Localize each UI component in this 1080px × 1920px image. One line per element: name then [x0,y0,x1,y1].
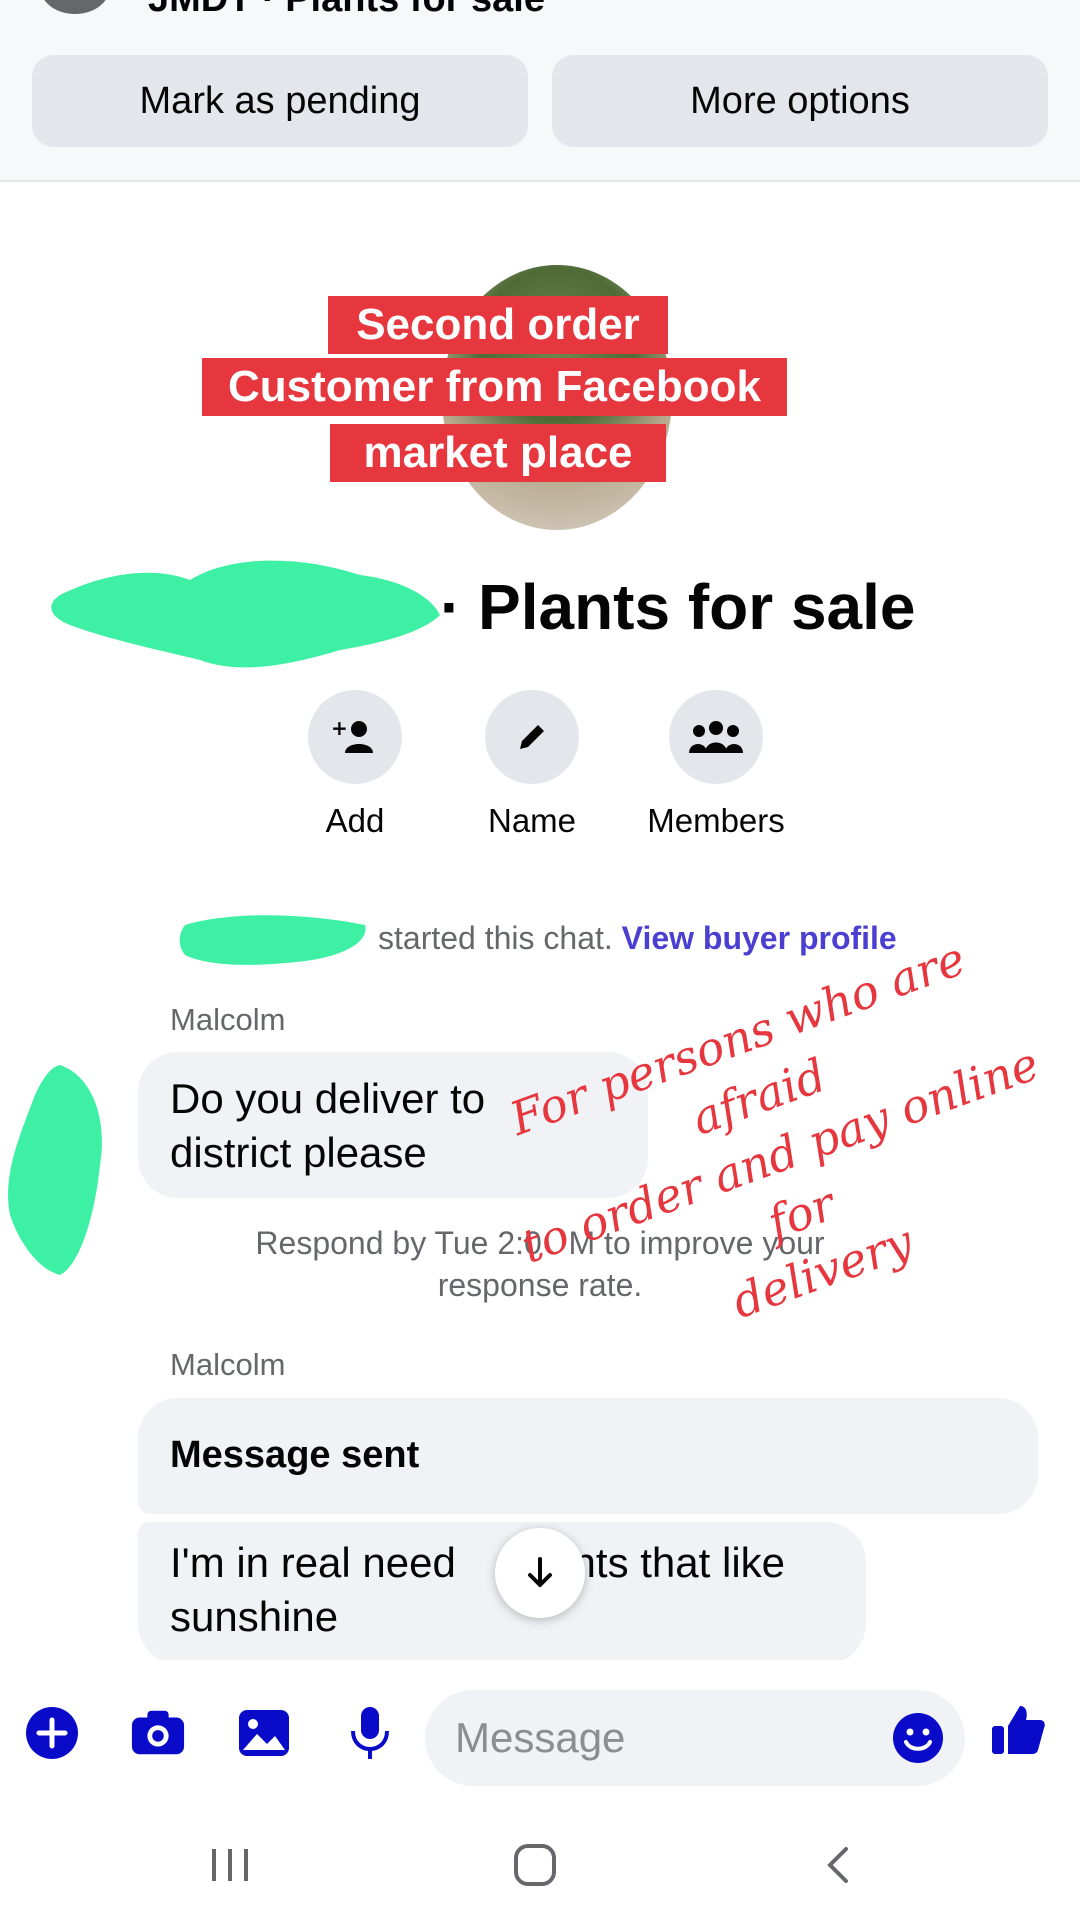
message-input[interactable] [425,1690,965,1786]
arrow-down-icon [528,1557,552,1587]
more-options-label: More options [690,79,910,122]
chat-started-text: started this chat. [378,920,613,956]
add-people-action[interactable]: + Add [255,690,455,840]
mark-as-pending-label: Mark as pending [139,79,421,122]
header-title[interactable]: JMDT · Plants for sale [148,0,545,21]
mark-as-pending-button[interactable]: Mark as pending [32,55,528,147]
overlay-label-line3: market place [330,424,666,482]
message-text-line2: district please [170,1129,427,1176]
scroll-to-bottom-button[interactable] [495,1528,585,1618]
overlay-label-line2: Customer from Facebook [202,358,787,416]
message-sender: Malcolm [170,1347,286,1382]
overlay-label-line1: Second order [328,296,668,354]
more-options-button[interactable]: More options [552,55,1048,147]
message-sender: Malcolm [170,1002,286,1037]
name-action-label: Name [487,802,577,839]
gallery-icon[interactable] [236,1705,292,1761]
redaction-scribble-avatar [8,1065,102,1275]
thumbs-up-icon[interactable] [990,1702,1046,1758]
plus-icon[interactable] [24,1705,80,1761]
group-title: Plants for sale [478,571,916,643]
add-action-label: Add [325,802,385,839]
members-action-label: Members [647,802,785,839]
camera-icon[interactable] [130,1705,186,1761]
title-separator-dot: · [440,571,462,643]
emoji-icon[interactable] [890,1710,946,1766]
recent-apps-icon[interactable] [208,1845,252,1890]
redaction-scribble [51,560,441,668]
pencil-icon[interactable] [485,690,579,784]
message-sent-label: Message sent [170,1434,420,1476]
chat-started-notice: started this chat. View buyer profile [378,920,897,957]
add-person-icon[interactable]: + [308,690,402,784]
redaction-scribble-buyer [179,915,366,965]
message-bubble-sent[interactable]: Message sent [138,1398,1038,1514]
view-buyer-profile-link[interactable]: View buyer profile [622,920,897,956]
members-action[interactable]: Members [616,690,816,840]
back-icon[interactable] [820,1845,856,1890]
microphone-icon[interactable] [342,1705,398,1761]
handwritten-annotation: For persons who are afraid to order and … [436,903,1080,1406]
name-action[interactable]: Name [432,690,632,840]
message-text-line1: I'm in real need ants that like [170,1536,785,1590]
message-text-line2: sunshine [170,1593,339,1640]
home-icon[interactable] [512,1843,558,1892]
members-icon[interactable] [669,690,763,784]
svg-text:+: + [331,717,348,740]
message-text-part-a: I'm in real need [170,1539,456,1586]
